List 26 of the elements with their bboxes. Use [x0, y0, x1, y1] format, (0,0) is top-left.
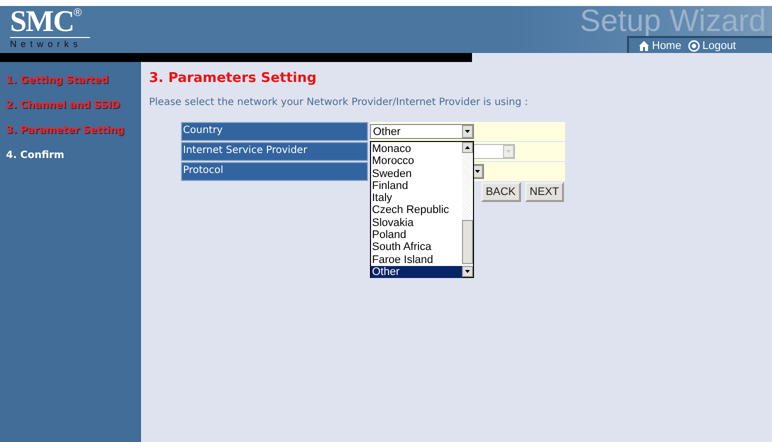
registered-mark: ®: [74, 8, 82, 19]
logo-text: SMC: [10, 8, 74, 35]
dropdown-option[interactable]: Other: [371, 266, 462, 278]
field-label: Internet Service Provider: [181, 142, 368, 161]
page-title: 3. Parameters Setting: [149, 69, 318, 87]
field-label: Protocol: [181, 162, 368, 181]
scroll-thumb[interactable]: [462, 220, 473, 264]
power-icon: [688, 40, 700, 52]
banner-title: Setup Wizard: [580, 6, 767, 35]
dropdown-option[interactable]: Italy: [371, 192, 462, 204]
select-field[interactable]: Other: [370, 124, 474, 139]
logo-subtitle: Networks: [10, 37, 90, 49]
nav-link[interactable]: Logout: [688, 40, 736, 52]
dropdown-option[interactable]: Czech Republic: [371, 204, 462, 217]
dropdown-option[interactable]: Faroe Island: [371, 254, 462, 266]
field-label: Country: [181, 122, 368, 141]
dropdown-option[interactable]: Finland: [371, 180, 462, 192]
dropdown-option[interactable]: Morocco: [371, 155, 462, 168]
nav-link[interactable]: Home: [638, 40, 682, 52]
wizard-button[interactable]: NEXT: [524, 182, 564, 202]
dropdown-option[interactable]: Poland: [371, 229, 462, 242]
dropdown-option[interactable]: South Africa: [371, 241, 462, 254]
sidebar-step[interactable]: 4. Confirm: [0, 148, 64, 163]
instruction-text: Please select the network your Network Provider/Internet Provider is using :: [149, 96, 529, 110]
wizard-button[interactable]: BACK: [480, 182, 521, 202]
dropdown-option[interactable]: Slovakia: [371, 216, 462, 230]
